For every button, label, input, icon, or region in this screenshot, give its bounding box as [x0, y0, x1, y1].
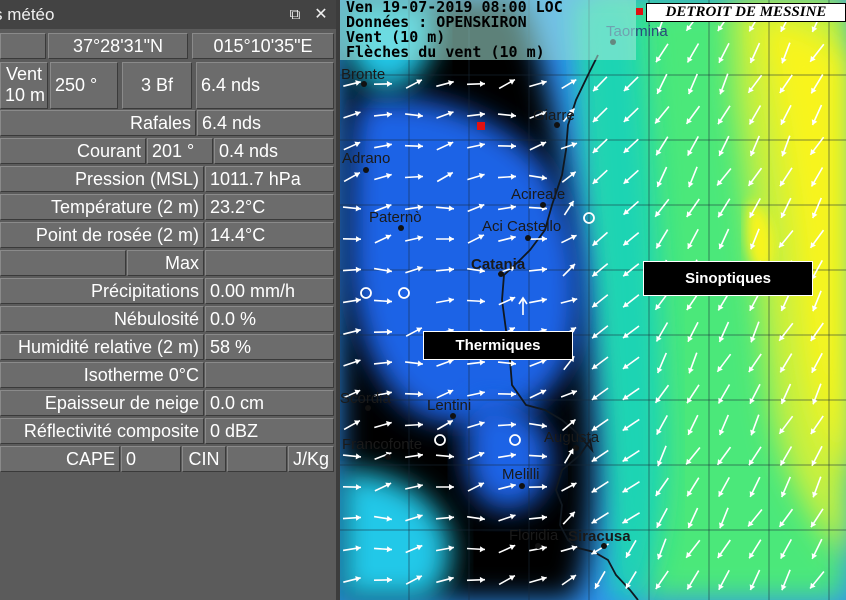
snow-value: 0.0 cm [205, 390, 334, 416]
zone-name: DETROIT DE MESSINE [646, 3, 846, 22]
city-label-francofonte: Francofonte [342, 436, 423, 453]
max-value [205, 250, 334, 276]
temperature-value: 23.2°C [205, 194, 334, 220]
city-label-floridia: Floridia [509, 527, 559, 544]
city-label-siracusa: Siracusa [568, 528, 631, 545]
max-spacer [0, 250, 126, 276]
gust-label: Rafales [0, 110, 196, 136]
city-label-aci-castello: Aci Castello [482, 218, 562, 235]
reflectivity-label: Réflectivité composite [0, 418, 204, 444]
panel-title-bar[interactable]: s météo ⧉ ✕ [0, 0, 340, 29]
humidity-label: Humidité relative (2 m) [0, 334, 204, 360]
city-label-augusta: Augusta [544, 429, 600, 446]
wind-speed: 6.4 nds [196, 62, 334, 109]
city-dot [385, 454, 391, 460]
dewpoint-value: 14.4°C [205, 222, 334, 248]
map-arrows-layer: Flèches du vent (10 m) [346, 43, 545, 61]
current-speed: 0.4 nds [214, 138, 334, 164]
zone-marker [636, 8, 643, 15]
max-label: Max [127, 250, 204, 276]
latitude-value: 37°28'31"N [48, 33, 188, 59]
precip-label: Précipitations [0, 278, 204, 304]
dewpoint-label: Point de rosée (2 m) [0, 222, 204, 248]
city-label-paterno: Paternò [369, 209, 422, 226]
map-header: Ven 19-07-2019 08:00 LOC Données : OPENS… [340, 0, 636, 60]
city-dot [363, 167, 369, 173]
snow-label: Epaisseur de neige [0, 390, 204, 416]
isotherm-value [205, 362, 334, 388]
close-icon[interactable]: ✕ [310, 0, 332, 29]
wind-speed-color-field [340, 0, 846, 600]
current-label: Courant [0, 138, 146, 164]
pressure-value: 1011.7 hPa [205, 166, 334, 192]
wind-label: Vent 10 m [0, 62, 48, 109]
weather-map[interactable]: Taormina Bronte Giarre Adrano Acireale P… [340, 0, 846, 600]
cin-value [227, 446, 287, 472]
temperature-label: Température (2 m) [0, 194, 204, 220]
cloud-label: Nébulosité [0, 306, 204, 332]
isotherm-label: Isotherme 0°C [0, 362, 204, 388]
city-label-acireale: Acireale [511, 186, 566, 203]
city-label-giarre: Giarre [533, 107, 575, 124]
wind-field-map[interactable] [340, 0, 846, 600]
longitude-value: 015°10'35"E [192, 33, 334, 59]
cape-label: CAPE [0, 446, 120, 472]
city-label-lentini: Lentini [427, 397, 472, 414]
city-dot [525, 235, 531, 241]
city-label-adrano: Adrano [342, 150, 391, 167]
selected-point-marker [477, 122, 485, 130]
wind-beaufort: 3 Bf [122, 62, 192, 109]
weather-panel: s météo ⧉ ✕ 37°28'31"N 015°10'35"E Vent … [0, 0, 340, 600]
city-label-bronte: Bronte [341, 66, 386, 83]
annotation-thermiques: Thermiques [423, 331, 573, 360]
city-label-catania: Catania [471, 256, 526, 273]
panel-title: s météo [0, 5, 55, 24]
reflectivity-value: 0 dBZ [205, 418, 334, 444]
cin-label: CIN [182, 446, 226, 472]
city-dot [519, 483, 525, 489]
cape-unit: J/Kg [288, 446, 334, 472]
annotation-sinoptiques: Sinoptiques [643, 261, 813, 296]
current-direction: 201 ° [147, 138, 213, 164]
pressure-label: Pression (MSL) [0, 166, 204, 192]
precip-value: 0.00 mm/h [205, 278, 334, 304]
cape-value: 0 [121, 446, 181, 472]
city-label-melilli: Melilli [502, 466, 540, 483]
humidity-value: 58 % [205, 334, 334, 360]
float-window-icon[interactable]: ⧉ [284, 0, 306, 29]
cloud-value: 0.0 % [205, 306, 334, 332]
gust-value: 6.4 nds [197, 110, 334, 136]
city-label-scordia: Scordia [340, 390, 391, 407]
coord-spacer [0, 33, 46, 59]
wind-direction: 250 ° [50, 62, 118, 109]
